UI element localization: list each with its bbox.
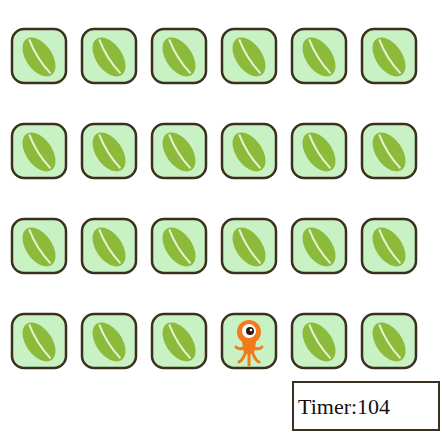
tile[interactable] (150, 312, 208, 370)
leaf-icon (360, 122, 418, 180)
leaf-icon (360, 312, 418, 370)
leaf-icon (80, 312, 138, 370)
tile[interactable] (360, 122, 418, 180)
tile[interactable] (290, 312, 348, 370)
leaf-icon (150, 122, 208, 180)
tile[interactable] (80, 217, 138, 275)
tile[interactable] (80, 312, 138, 370)
leaf-icon (220, 217, 278, 275)
leaf-icon (10, 27, 68, 85)
leaf-icon (360, 217, 418, 275)
leaf-icon (290, 217, 348, 275)
leaf-icon (80, 122, 138, 180)
tile[interactable] (220, 122, 278, 180)
leaf-icon (290, 312, 348, 370)
tile[interactable] (10, 27, 68, 85)
tile[interactable] (10, 312, 68, 370)
leaf-icon (290, 27, 348, 85)
tile[interactable] (290, 122, 348, 180)
tile[interactable] (80, 122, 138, 180)
tile[interactable] (220, 27, 278, 85)
timer-box: Timer:104 (292, 381, 440, 431)
creature-icon (220, 312, 278, 370)
tile[interactable] (150, 27, 208, 85)
leaf-icon (10, 217, 68, 275)
tile[interactable] (290, 217, 348, 275)
tile[interactable] (80, 27, 138, 85)
tile[interactable] (220, 217, 278, 275)
leaf-icon (150, 27, 208, 85)
leaf-icon (80, 27, 138, 85)
game-grid (10, 27, 442, 370)
tile[interactable] (150, 217, 208, 275)
leaf-icon (360, 27, 418, 85)
leaf-icon (10, 312, 68, 370)
tile[interactable] (10, 122, 68, 180)
leaf-icon (150, 312, 208, 370)
tile[interactable] (360, 27, 418, 85)
tile[interactable] (220, 312, 278, 370)
leaf-icon (10, 122, 68, 180)
tile[interactable] (150, 122, 208, 180)
leaf-icon (80, 217, 138, 275)
timer: Timer:104 (298, 390, 390, 423)
tile[interactable] (10, 217, 68, 275)
leaf-icon (220, 27, 278, 85)
tile[interactable] (360, 217, 418, 275)
leaf-icon (290, 122, 348, 180)
leaf-icon (150, 217, 208, 275)
tile[interactable] (290, 27, 348, 85)
leaf-icon (220, 122, 278, 180)
tile[interactable] (360, 312, 418, 370)
